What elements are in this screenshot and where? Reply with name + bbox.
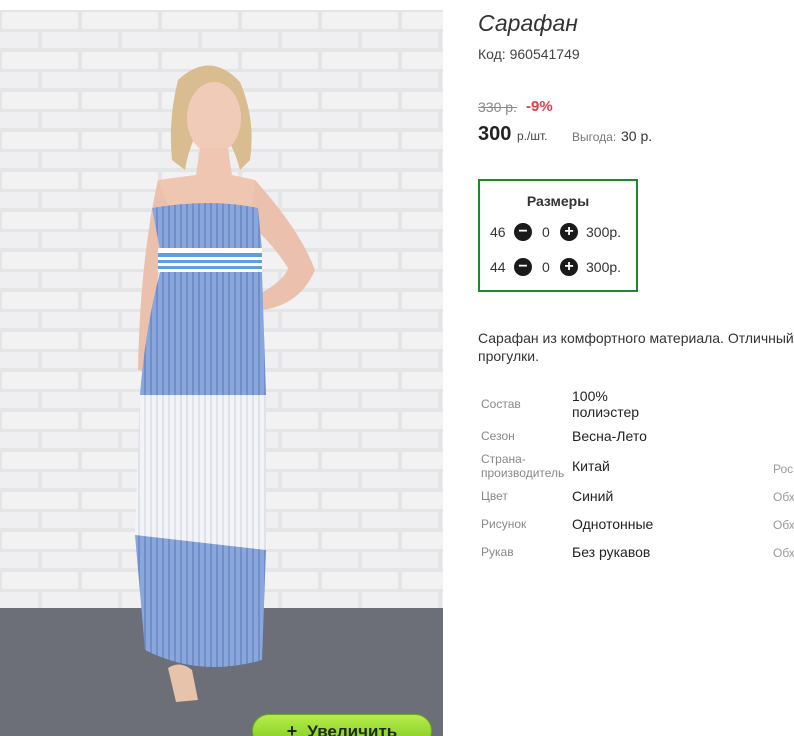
truncated-label: Обх	[773, 490, 794, 504]
plus-icon[interactable]: +	[560, 223, 578, 241]
product-code: Код: 960541749	[478, 46, 580, 62]
price-unit: р./шт.	[517, 129, 548, 143]
attribute-value: Весна-Лето	[572, 428, 647, 444]
old-price: 330 р.	[478, 99, 517, 115]
truncated-label: Обх	[773, 546, 794, 560]
sizes-title: Размеры	[526, 193, 590, 209]
attribute-label: Сезон	[481, 429, 515, 443]
attribute-value: Однотонные	[572, 516, 654, 532]
minus-icon[interactable]: −	[514, 258, 532, 276]
size-quantity: 0	[542, 259, 550, 275]
truncated-label: Рос	[773, 462, 794, 476]
attribute-label: Цвет	[481, 489, 508, 503]
size-number: 46	[490, 224, 506, 240]
attribute-label: Страна-производитель	[481, 452, 565, 480]
dress-photo-illustration	[0, 10, 443, 736]
size-price: 300р.	[586, 224, 622, 240]
truncated-label: Обх	[773, 518, 794, 532]
attribute-value: 100% полиэстер	[572, 388, 640, 420]
attribute-label: Состав	[481, 397, 521, 411]
plus-icon[interactable]: +	[560, 258, 578, 276]
size-quantity: 0	[542, 224, 550, 240]
attribute-label: Рисунок	[481, 517, 527, 531]
attribute-value: Синий	[572, 488, 614, 504]
attribute-label: Рукав	[481, 545, 514, 559]
benefit-value: 30 р.	[621, 128, 653, 144]
product-photo[interactable]: + Увеличить	[0, 10, 443, 736]
zoom-button-label: Увеличить	[307, 722, 398, 736]
size-number: 44	[490, 259, 506, 275]
product-title: Сарафан	[478, 10, 578, 36]
product-description: Сарафан из комфортного материала. Отличн…	[478, 330, 794, 364]
attribute-value: Китай	[572, 458, 610, 474]
sizes-panel: Размеры 46 − 0 + 300р. 44 − 0 + 300р.	[478, 179, 638, 292]
zoom-button[interactable]: + Увеличить	[252, 714, 432, 736]
discount-badge: -9%	[526, 98, 553, 115]
size-price: 300р.	[586, 259, 622, 275]
minus-icon[interactable]: −	[514, 223, 532, 241]
attribute-value: Без рукавов	[572, 544, 651, 560]
plus-icon: +	[286, 721, 298, 736]
benefit-label: Выгода:	[572, 130, 617, 144]
current-price: 300	[478, 123, 512, 145]
